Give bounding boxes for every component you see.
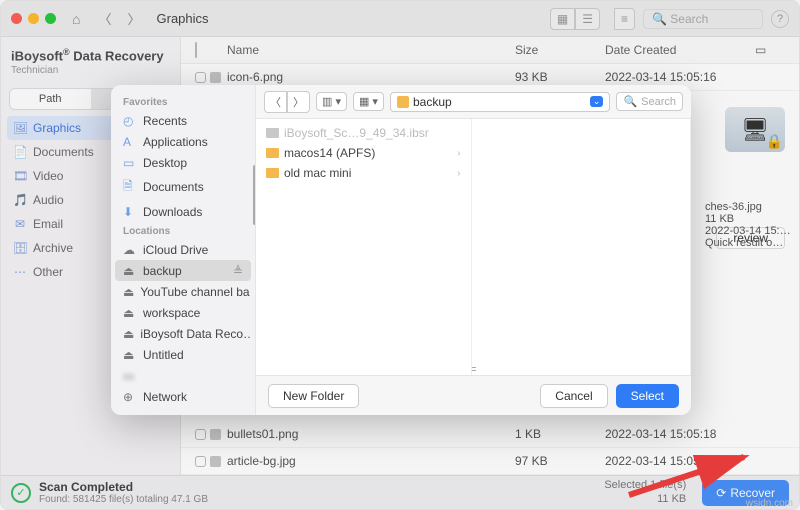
dialog-toolbar: 〈〉 ▥ ▾ ▦ ▾ backup ⌄ 🔍Search bbox=[256, 85, 691, 119]
group-view-icon[interactable]: ▦ ▾ bbox=[353, 92, 384, 111]
location-popup[interactable]: backup ⌄ bbox=[390, 92, 610, 112]
forward-icon[interactable]: 〉 bbox=[287, 91, 310, 113]
fav-recents[interactable]: ◴Recents bbox=[115, 110, 251, 131]
loc-hidden[interactable]: ▭ bbox=[115, 365, 251, 386]
browser-item[interactable]: iBoysoft_Sc…9_49_34.ibsr bbox=[256, 123, 471, 143]
sidebar-resize-handle[interactable] bbox=[253, 165, 256, 225]
chevron-updown-icon: ⌄ bbox=[590, 96, 604, 107]
folder-icon bbox=[266, 148, 279, 158]
chevron-right-icon: › bbox=[457, 168, 460, 179]
drive-icon: ⏏ bbox=[123, 285, 134, 299]
columns-view-icon[interactable]: ▥ ▾ bbox=[316, 92, 347, 111]
nav-segment[interactable]: 〈〉 bbox=[264, 91, 310, 113]
file-icon bbox=[266, 128, 279, 138]
fav-downloads[interactable]: ⬇Downloads bbox=[115, 201, 251, 222]
sidebar-icon: ◴ bbox=[123, 114, 137, 128]
loc-network[interactable]: ⊕Network bbox=[115, 386, 251, 407]
locations-header: Locations bbox=[115, 222, 251, 239]
loc-icloud-drive[interactable]: ☁iCloud Drive bbox=[115, 239, 251, 260]
watermark: wsidn.com bbox=[746, 498, 793, 509]
eject-icon[interactable]: ≜ bbox=[233, 264, 243, 278]
sidebar-icon: 🗎 bbox=[123, 177, 137, 198]
drive-icon: ⊕ bbox=[123, 390, 137, 404]
loc-youtube-channel-ba-[interactable]: ⏏YouTube channel ba… bbox=[115, 281, 251, 302]
drive-icon: ☁ bbox=[123, 243, 137, 257]
loc-untitled[interactable]: ⏏Untitled bbox=[115, 344, 251, 365]
loc-workspace[interactable]: ⏏workspace bbox=[115, 302, 251, 323]
loc-backup[interactable]: ⏏backup≜ bbox=[115, 260, 251, 281]
folder-icon bbox=[266, 168, 279, 178]
dialog-footer: New Folder Cancel Select bbox=[256, 375, 691, 415]
fav-applications[interactable]: AApplications bbox=[115, 131, 251, 152]
search-icon: 🔍 bbox=[623, 95, 637, 108]
dialog-sidebar: Favorites ◴RecentsAApplications▭Desktop🗎… bbox=[111, 85, 256, 415]
back-icon[interactable]: 〈 bbox=[264, 91, 287, 113]
app-window: ⌂ 〈 〉 Graphics ▦☰ ≡ 🔍 Search ? iBoysoft®… bbox=[0, 0, 800, 510]
sidebar-icon: A bbox=[123, 135, 137, 149]
new-folder-button[interactable]: New Folder bbox=[268, 384, 359, 408]
cancel-button[interactable]: Cancel bbox=[540, 384, 607, 408]
folder-icon bbox=[397, 96, 409, 108]
sidebar-icon: ⬇ bbox=[123, 205, 137, 219]
column-browser: iBoysoft_Sc…9_49_34.ibsrmacos14 (APFS)›o… bbox=[256, 119, 691, 375]
browser-item[interactable]: old mac mini› bbox=[256, 163, 471, 183]
loc-iboysoft-data-reco-[interactable]: ⏏iBoysoft Data Reco… bbox=[115, 323, 251, 344]
fav-documents[interactable]: 🗎Documents bbox=[115, 173, 251, 201]
column-2[interactable] bbox=[476, 119, 692, 375]
sidebar-icon: ▭ bbox=[123, 156, 137, 170]
select-button[interactable]: Select bbox=[616, 384, 679, 408]
drive-icon: ⏏ bbox=[123, 306, 137, 320]
chevron-right-icon: › bbox=[457, 148, 460, 159]
favorites-header: Favorites bbox=[115, 93, 251, 110]
drive-icon: ▭ bbox=[123, 369, 137, 383]
drive-icon: ⏏ bbox=[123, 264, 137, 278]
column-1[interactable]: iBoysoft_Sc…9_49_34.ibsrmacos14 (APFS)›o… bbox=[256, 119, 472, 375]
browser-item[interactable]: macos14 (APFS)› bbox=[256, 143, 471, 163]
save-dialog: Favorites ◴RecentsAApplications▭Desktop🗎… bbox=[111, 85, 691, 415]
drive-icon: ⏏ bbox=[123, 327, 134, 341]
drive-icon: ⏏ bbox=[123, 348, 137, 362]
fav-desktop[interactable]: ▭Desktop bbox=[115, 152, 251, 173]
dialog-search-input[interactable]: 🔍Search bbox=[616, 92, 683, 111]
